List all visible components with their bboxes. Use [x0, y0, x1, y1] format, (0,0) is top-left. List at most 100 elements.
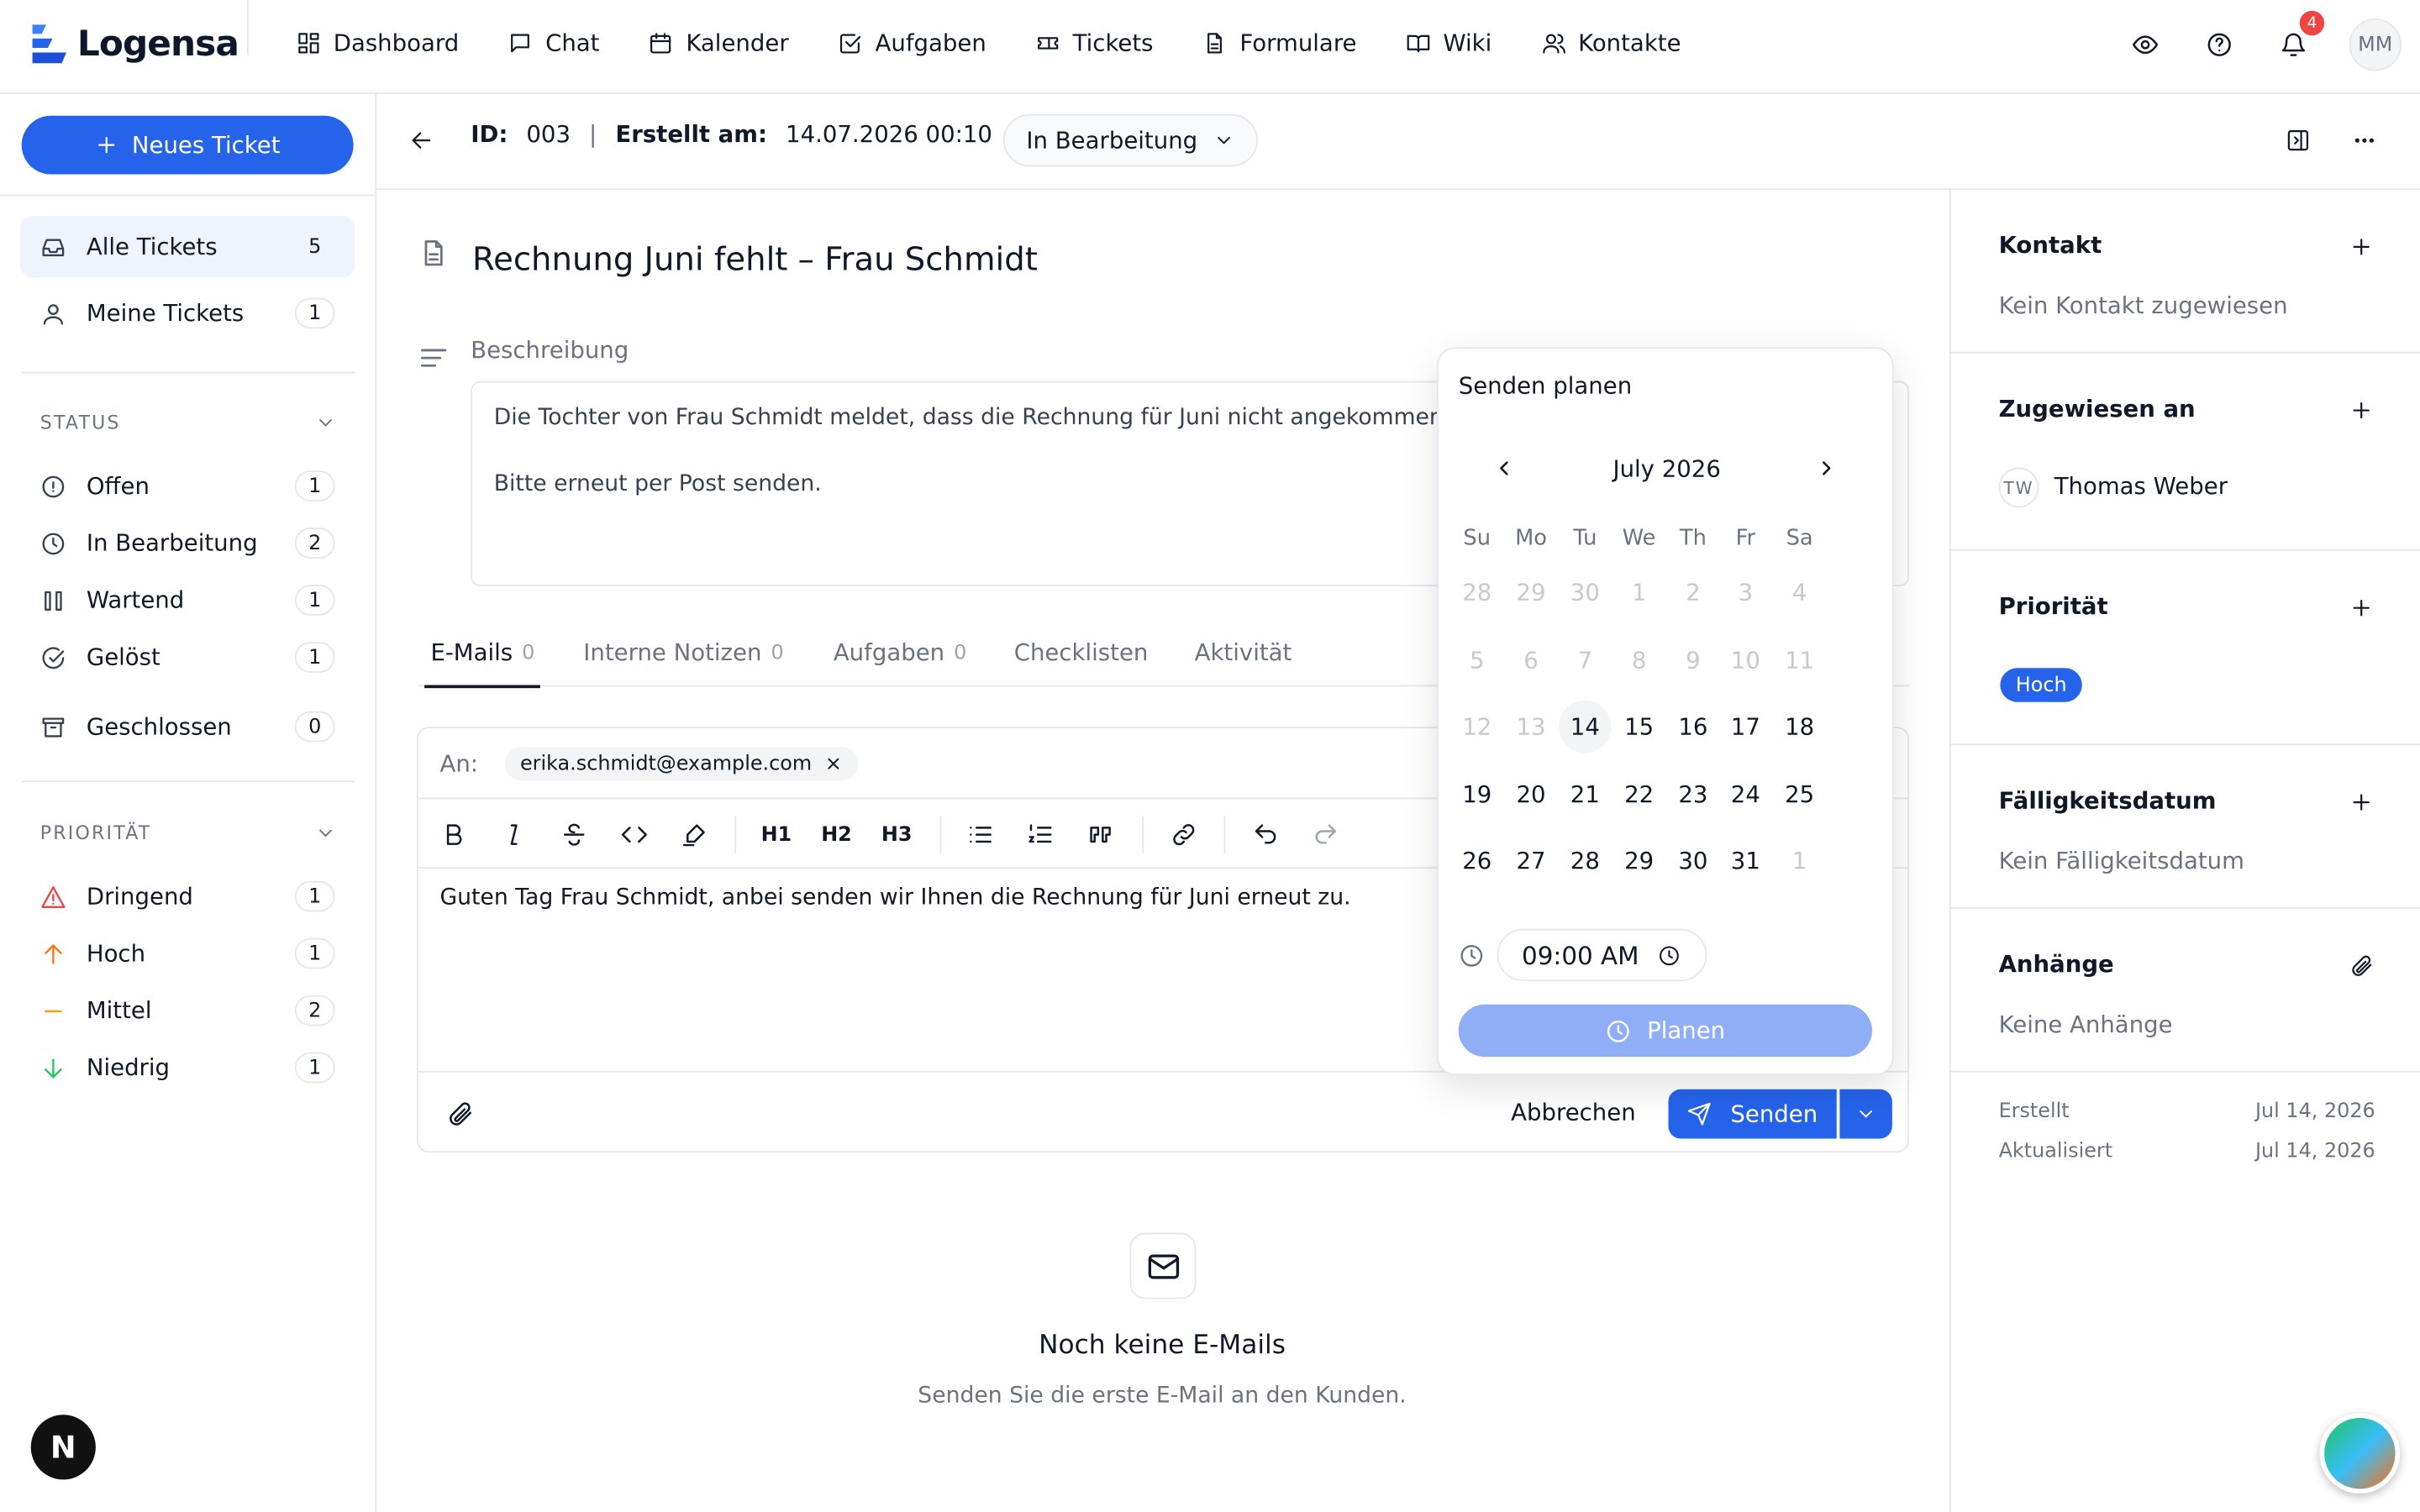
calendar-day[interactable]: 31 [1719, 835, 1771, 887]
calendar-day[interactable]: 16 [1667, 701, 1719, 753]
sidebar-item-alle-tickets[interactable]: Alle Tickets 5 [19, 216, 355, 278]
calendar-day[interactable]: 22 [1612, 769, 1665, 821]
cancel-button[interactable]: Abbrechen [1511, 1099, 1636, 1126]
tab-aktivitaet[interactable]: Aktivität [1195, 638, 1292, 666]
calendar-day[interactable]: 24 [1719, 769, 1771, 821]
sidebar-item-meine-tickets[interactable]: Meine Tickets 1 [20, 282, 355, 344]
highlight-button[interactable] [681, 821, 708, 848]
tab-checklisten[interactable]: Checklisten [1014, 638, 1149, 666]
status-dropdown[interactable]: In Bearbeitung [1002, 113, 1258, 167]
calendar-day[interactable]: 29 [1612, 835, 1665, 887]
more-button[interactable] [2352, 128, 2376, 152]
heading2-button[interactable]: H2 [821, 821, 852, 848]
details-panel: Kontakt Kein Kontakt zugewiesen Zugewies… [1949, 189, 2420, 1512]
tab-interne-notizen[interactable]: Interne Notizen 0 [583, 638, 783, 666]
calendar-day[interactable]: 18 [1773, 701, 1825, 753]
time-input[interactable]: 09:00 AM [1497, 928, 1707, 982]
calendar-day[interactable]: 17 [1719, 701, 1771, 753]
attach-button[interactable] [446, 1100, 474, 1128]
add-contact-button[interactable] [2349, 234, 2374, 259]
calendar-day[interactable]: 14 [1559, 700, 1612, 753]
calendar-day[interactable]: 23 [1667, 769, 1719, 821]
nav-formulare[interactable]: Formulare [1202, 29, 1356, 57]
calendar-day[interactable]: 21 [1559, 769, 1611, 821]
ticket-id-label: ID: [471, 120, 508, 149]
nav-kalender[interactable]: Kalender [649, 29, 789, 57]
calendar-day[interactable]: 25 [1773, 769, 1825, 821]
sidebar-item-wartend[interactable]: Wartend 1 [20, 570, 355, 631]
help-button[interactable] [2201, 26, 2238, 63]
nav-aufgaben[interactable]: Aufgaben [838, 29, 986, 57]
status-value: In Bearbeitung [1026, 126, 1198, 155]
calendar-day: 6 [1523, 646, 1539, 675]
created-date: 14.07.2026 00:10 [786, 120, 992, 149]
chevron-right-icon [1823, 461, 1831, 475]
sidebar-item-in-bearbeitung[interactable]: In Bearbeitung 2 [20, 512, 355, 574]
heading1-button[interactable]: H1 [761, 821, 792, 848]
recipient-chip[interactable]: erika.schmidt@example.com [504, 746, 859, 781]
app-logo[interactable]: Logensa [28, 22, 239, 68]
assignee-name[interactable]: Thomas Weber [2054, 472, 2228, 500]
italic-button[interactable] [500, 821, 528, 848]
status-section-header[interactable]: STATUS [40, 412, 337, 433]
ticket-title[interactable]: Rechnung Juni fehlt – Frau Schmidt [472, 241, 1038, 278]
heading3-button[interactable]: H3 [881, 821, 913, 848]
tab-emails[interactable]: E-Mails 0 [424, 638, 542, 689]
send-button[interactable]: Senden [1668, 1089, 1837, 1139]
schedule-button[interactable]: Planen [1458, 1004, 1872, 1058]
calendar-day[interactable]: 28 [1559, 835, 1611, 887]
archive-icon [42, 717, 65, 737]
send-options-button[interactable] [1839, 1089, 1892, 1139]
nav-tickets[interactable]: Tickets [1036, 29, 1154, 57]
sidebar-item-dringend[interactable]: Dringend 1 [20, 865, 355, 927]
contact-section: Kontakt Kein Kontakt zugewiesen [1950, 190, 2420, 354]
add-assignee-button[interactable] [2349, 398, 2374, 423]
link-button[interactable] [1170, 821, 1197, 848]
arrow-up-icon [45, 943, 62, 963]
add-attachment-button[interactable] [2349, 953, 2374, 978]
tab-aufgaben[interactable]: Aufgaben 0 [834, 638, 967, 666]
nav-chat[interactable]: Chat [508, 29, 599, 57]
back-button[interactable] [409, 128, 434, 152]
email-body-input[interactable]: Guten Tag Frau Schmidt, anbei senden wir… [439, 885, 1350, 910]
notifications-button[interactable]: 4 [2275, 10, 2325, 63]
new-ticket-button[interactable]: Neues Ticket [21, 115, 354, 175]
sidebar-item-hoch[interactable]: Hoch 1 [20, 922, 355, 984]
calendar-day[interactable]: 15 [1612, 701, 1665, 753]
sidebar-item-geloest[interactable]: Gelöst 1 [20, 627, 355, 688]
nav-wiki[interactable]: Wiki [1406, 29, 1491, 57]
quote-button[interactable] [1086, 821, 1114, 848]
sidebar-item-geschlossen[interactable]: Geschlossen 0 [20, 696, 355, 757]
set-due-date-button[interactable] [2349, 790, 2374, 814]
strikethrough-button[interactable] [560, 821, 588, 848]
calendar-day[interactable]: 27 [1505, 835, 1557, 887]
nav-dashboard[interactable]: Dashboard [297, 29, 459, 57]
undo-button[interactable] [1252, 821, 1280, 848]
sidebar-item-offen[interactable]: Offen 1 [20, 455, 355, 517]
calendar-day[interactable]: 26 [1451, 835, 1503, 887]
undo-icon [1255, 824, 1276, 844]
toggle-panel-button[interactable] [2286, 128, 2310, 152]
contact-title: Kontakt [1998, 231, 2102, 260]
code-button[interactable] [620, 821, 648, 848]
priority-badge[interactable]: Hoch [2000, 668, 2082, 702]
bell-icon [2281, 33, 2306, 56]
numbered-list-button[interactable] [1026, 821, 1054, 848]
calendar-day[interactable]: 30 [1667, 835, 1719, 887]
assistant-avatar[interactable] [2319, 1413, 2401, 1494]
bullet-list-button[interactable] [966, 821, 994, 848]
sidebar-item-mittel[interactable]: Mittel 2 [20, 979, 355, 1041]
dev-tools-button[interactable]: N [30, 1415, 96, 1480]
calendar-day[interactable]: 20 [1505, 769, 1557, 821]
bold-button[interactable] [439, 821, 467, 848]
preview-button[interactable] [2127, 26, 2164, 63]
user-avatar[interactable]: MM [2349, 18, 2402, 71]
nav-kontakte[interactable]: Kontakte [1541, 29, 1681, 57]
sidebar-item-niedrig[interactable]: Niedrig 1 [20, 1037, 355, 1098]
priority-section-header[interactable]: PRIORITÄT [40, 822, 337, 844]
calendar-day[interactable]: 19 [1451, 769, 1503, 821]
set-priority-button[interactable] [2349, 596, 2374, 620]
close-icon[interactable] [824, 754, 843, 773]
redo-button[interactable] [1312, 821, 1339, 848]
next-month-button[interactable] [1815, 457, 1839, 480]
